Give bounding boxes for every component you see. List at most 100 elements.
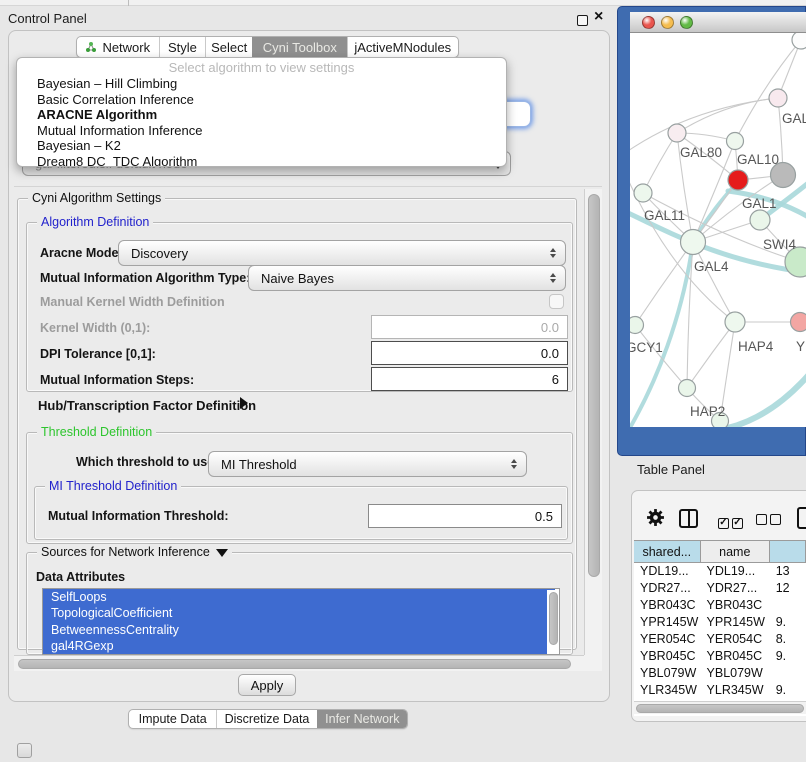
clipped-toolbar-icon[interactable]: [797, 507, 806, 529]
mi-steps-label: Mutual Information Steps:: [40, 373, 194, 387]
deselect-all-columns-icon[interactable]: [756, 512, 781, 530]
tab-label: Select: [211, 40, 247, 55]
network-node-gal10[interactable]: [727, 133, 744, 150]
settings-vertical-scrollbar-thumb[interactable]: [588, 194, 600, 577]
table-row[interactable]: YDR27...YDR27...12: [634, 580, 806, 597]
data-attribute-item[interactable]: TopologicalCoefficient: [43, 605, 555, 621]
settings-horizontal-scrollbar[interactable]: [14, 655, 584, 671]
inference-algorithm-select-fragment[interactable]: [505, 101, 531, 127]
stepper-icon: [550, 248, 556, 258]
table-cell: [770, 597, 806, 614]
network-window-titlebar[interactable]: [630, 12, 806, 33]
mi-type-select[interactable]: Naive Bayes: [248, 265, 566, 291]
table-cell: YDL19...: [634, 563, 701, 580]
network-node-gcy1[interactable]: [630, 317, 644, 334]
data-attribute-item[interactable]: gal4RGexp: [43, 638, 555, 654]
data-attribute-item[interactable]: BetweennessCentrality: [43, 622, 555, 638]
split-table-view-icon[interactable]: [679, 509, 698, 528]
network-node[interactable]: [769, 89, 787, 107]
tab-style[interactable]: Style: [159, 37, 206, 57]
tab-jactivemnodules[interactable]: jActiveMNodules: [347, 37, 458, 57]
table-row[interactable]: YPR145WYPR145W9.: [634, 614, 806, 631]
expand-hub-section-icon[interactable]: [240, 397, 248, 409]
network-canvas[interactable]: GAL80GAL10GAL1GAL11SWI4GAL4GCY1HAP4YHAP2…: [630, 33, 806, 427]
table-row[interactable]: YBL079WYBL079W: [634, 665, 806, 682]
collapsed-panel-icon[interactable]: [17, 743, 32, 758]
table-panel-title: Table Panel: [637, 462, 705, 477]
close-panel-icon[interactable]: ×: [594, 8, 603, 26]
network-node-gal11[interactable]: [634, 184, 652, 202]
node-table: shared...name YDL19...YDL19...13YDR27...…: [634, 540, 806, 701]
table-column-header[interactable]: [770, 540, 806, 563]
kernel-width-field[interactable]: 0.0: [371, 315, 568, 339]
network-node-hap2[interactable]: [679, 380, 696, 397]
apply-button[interactable]: Apply: [238, 674, 296, 696]
table-settings-gear-icon[interactable]: [646, 508, 665, 532]
tab-select[interactable]: Select: [205, 37, 252, 57]
table-header-row: shared...name: [634, 540, 806, 563]
tab-discretize-data[interactable]: Discretize Data: [216, 710, 316, 728]
table-row[interactable]: YDL19...YDL19...13: [634, 563, 806, 580]
table-horizontal-scrollbar-thumb[interactable]: [636, 704, 804, 713]
dpi-tolerance-field[interactable]: 0.0: [371, 341, 568, 365]
table-horizontal-scrollbar[interactable]: [634, 701, 806, 714]
tab-cyni-toolbox[interactable]: Cyni Toolbox: [252, 37, 347, 57]
which-threshold-select[interactable]: MI Threshold: [208, 451, 527, 477]
node-label: GAL80: [680, 145, 722, 160]
table-cell: YBL079W: [701, 665, 770, 682]
network-node-gal80[interactable]: [668, 124, 686, 142]
data-attribute-item[interactable]: SelfLoops: [43, 589, 555, 605]
mi-steps-field[interactable]: 6: [371, 367, 568, 391]
attributes-list-scrollbar[interactable]: [547, 590, 560, 655]
collapse-sources-icon[interactable]: [216, 549, 228, 557]
window-minimize-button[interactable]: [661, 16, 674, 29]
float-panel-icon[interactable]: [577, 15, 588, 26]
which-threshold-value: MI Threshold: [221, 457, 297, 472]
network-node[interactable]: [792, 33, 806, 49]
network-edge-highlighted: [630, 242, 693, 427]
mi-type-label: Mutual Information Algorithm Type:: [40, 271, 250, 285]
algorithm-option[interactable]: Bayesian – K2: [17, 138, 506, 154]
sources-group-label[interactable]: Sources for Network Inference: [37, 545, 232, 559]
algorithm-option[interactable]: Bayesian – Hill Climbing: [17, 76, 506, 92]
algorithm-option[interactable]: Basic Correlation Inference: [17, 92, 506, 108]
network-edge: [677, 98, 778, 133]
kernel-width-label: Kernel Width (0,1):: [40, 321, 150, 335]
table-row[interactable]: YBR045CYBR045C9.: [634, 648, 806, 665]
table-row[interactable]: YER054CYER054C8.: [634, 631, 806, 648]
application-window: Control Panel × NetworkStyleSelectCyni T…: [0, 0, 806, 762]
tab-impute-data[interactable]: Impute Data: [129, 710, 216, 728]
algorithm-option[interactable]: ARACNE Algorithm: [17, 107, 506, 123]
network-node-gal4[interactable]: [681, 230, 706, 255]
table-cell: [770, 665, 806, 682]
manual-kernel-checkbox[interactable]: [549, 294, 564, 309]
tab-label: Network: [102, 40, 150, 55]
network-edge: [643, 133, 677, 193]
mi-threshold-label: Mutual Information Threshold:: [48, 509, 229, 523]
table-column-header[interactable]: name: [701, 540, 770, 563]
window-zoom-button[interactable]: [680, 16, 693, 29]
algorithm-option[interactable]: Mutual Information Inference: [17, 123, 506, 139]
network-node-swi4[interactable]: [750, 210, 770, 230]
select-all-columns-icon[interactable]: ✓✓: [718, 512, 743, 530]
aracne-mode-select[interactable]: Discovery: [118, 240, 566, 266]
network-node-hap4[interactable]: [725, 312, 745, 332]
which-threshold-label: Which threshold to use:: [76, 455, 218, 469]
network-icon: [85, 41, 97, 53]
table-cell: YDL19...: [701, 563, 770, 580]
tab-network[interactable]: Network: [77, 37, 159, 57]
mi-threshold-field[interactable]: 0.5: [368, 504, 562, 528]
table-row[interactable]: YLR345WYLR345W9.: [634, 682, 806, 699]
settings-horizontal-scrollbar-thumb[interactable]: [18, 659, 571, 669]
table-row[interactable]: YBR043CYBR043C: [634, 597, 806, 614]
algorithm-popup-hint: Select algorithm to view settings: [17, 60, 506, 76]
data-attributes-label: Data Attributes: [36, 570, 125, 584]
window-close-button[interactable]: [642, 16, 655, 29]
mi-steps-value: 6: [552, 372, 559, 387]
table-column-header[interactable]: shared...: [634, 540, 701, 563]
tab-infer-network[interactable]: Infer Network: [317, 710, 407, 728]
network-node-y[interactable]: [791, 313, 806, 332]
network-node-gal1[interactable]: [728, 170, 748, 190]
settings-vertical-scrollbar[interactable]: [584, 189, 602, 655]
algorithm-option[interactable]: Dream8 DC_TDC Algorithm: [17, 154, 506, 167]
